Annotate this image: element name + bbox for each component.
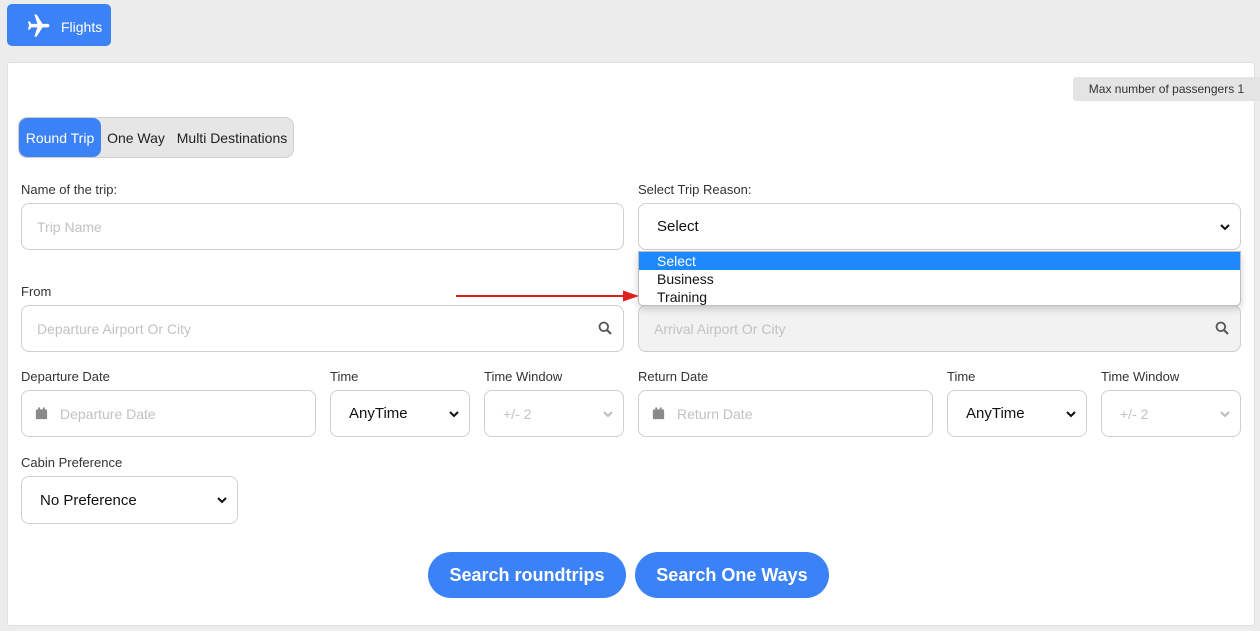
chevron-down-icon bbox=[603, 410, 613, 417]
trip-reason-label: Select Trip Reason: bbox=[638, 182, 752, 197]
return-date-label: Return Date bbox=[638, 369, 709, 384]
dropdown-option-business[interactable]: Business bbox=[639, 270, 1240, 288]
flights-tab[interactable]: Flights bbox=[7, 4, 111, 46]
max-passengers-badge: Max number of passengers 1 bbox=[1073, 77, 1260, 101]
chevron-down-icon bbox=[1220, 223, 1230, 230]
search-icon[interactable] bbox=[1215, 321, 1229, 335]
departure-time-select[interactable]: AnyTime bbox=[330, 390, 470, 437]
search-one-ways-button[interactable]: Search One Ways bbox=[635, 552, 829, 598]
departure-airport-input[interactable]: Departure Airport Or City bbox=[21, 305, 624, 352]
return-date-input[interactable]: Return Date bbox=[638, 390, 933, 437]
return-window-label: Time Window bbox=[1101, 369, 1180, 384]
airplane-icon bbox=[27, 14, 50, 37]
tab-multi-destinations[interactable]: Multi Destinations bbox=[171, 118, 293, 157]
from-label: From bbox=[21, 284, 52, 299]
chevron-down-icon bbox=[217, 497, 227, 504]
search-icon[interactable] bbox=[598, 321, 612, 335]
arrival-airport-input[interactable]: Arrival Airport Or City bbox=[638, 305, 1241, 352]
trip-name-input[interactable]: Trip Name bbox=[21, 203, 624, 250]
dropdown-option-training[interactable]: Training bbox=[639, 288, 1240, 305]
return-window-select[interactable]: +/- 2 bbox=[1101, 390, 1241, 437]
return-window-value: +/- 2 bbox=[1120, 405, 1149, 422]
trip-name-placeholder: Trip Name bbox=[37, 218, 102, 235]
annotation-arrow-icon bbox=[456, 290, 639, 302]
trip-reason-select[interactable]: Select bbox=[638, 203, 1241, 250]
calendar-icon bbox=[652, 407, 665, 420]
return-time-value: AnyTime bbox=[966, 405, 1025, 422]
chevron-down-icon bbox=[1066, 410, 1076, 417]
departure-window-select[interactable]: +/- 2 bbox=[484, 390, 624, 437]
departure-window-value: +/- 2 bbox=[503, 405, 532, 422]
return-time-select[interactable]: AnyTime bbox=[947, 390, 1087, 437]
tab-round-trip[interactable]: Round Trip bbox=[19, 118, 101, 157]
cabin-preference-label: Cabin Preference bbox=[21, 455, 123, 470]
calendar-icon bbox=[35, 407, 48, 420]
search-roundtrips-button[interactable]: Search roundtrips bbox=[428, 552, 626, 598]
trip-name-label: Name of the trip: bbox=[21, 182, 118, 197]
cabin-preference-select[interactable]: No Preference bbox=[21, 476, 238, 524]
arrival-airport-placeholder: Arrival Airport Or City bbox=[654, 320, 786, 337]
trip-reason-dropdown-list: Select Business Training bbox=[638, 251, 1241, 306]
chevron-down-icon bbox=[1220, 410, 1230, 417]
departure-window-label: Time Window bbox=[484, 369, 563, 384]
departure-date-input[interactable]: Departure Date bbox=[21, 390, 316, 437]
cabin-preference-value: No Preference bbox=[40, 491, 137, 509]
dropdown-option-select[interactable]: Select bbox=[639, 252, 1240, 270]
return-date-placeholder: Return Date bbox=[677, 405, 753, 422]
departure-airport-placeholder: Departure Airport Or City bbox=[37, 320, 192, 337]
departure-time-value: AnyTime bbox=[349, 405, 408, 422]
departure-time-label: Time bbox=[330, 369, 359, 384]
tab-one-way[interactable]: One Way bbox=[101, 118, 171, 157]
flights-tab-label: Flights bbox=[61, 19, 103, 35]
departure-date-label: Departure Date bbox=[21, 369, 110, 384]
trip-type-selector: Round Trip One Way Multi Destinations bbox=[18, 117, 294, 158]
chevron-down-icon bbox=[449, 410, 459, 417]
departure-date-placeholder: Departure Date bbox=[60, 405, 156, 422]
return-time-label: Time bbox=[947, 369, 976, 384]
trip-reason-value: Select bbox=[657, 218, 699, 235]
